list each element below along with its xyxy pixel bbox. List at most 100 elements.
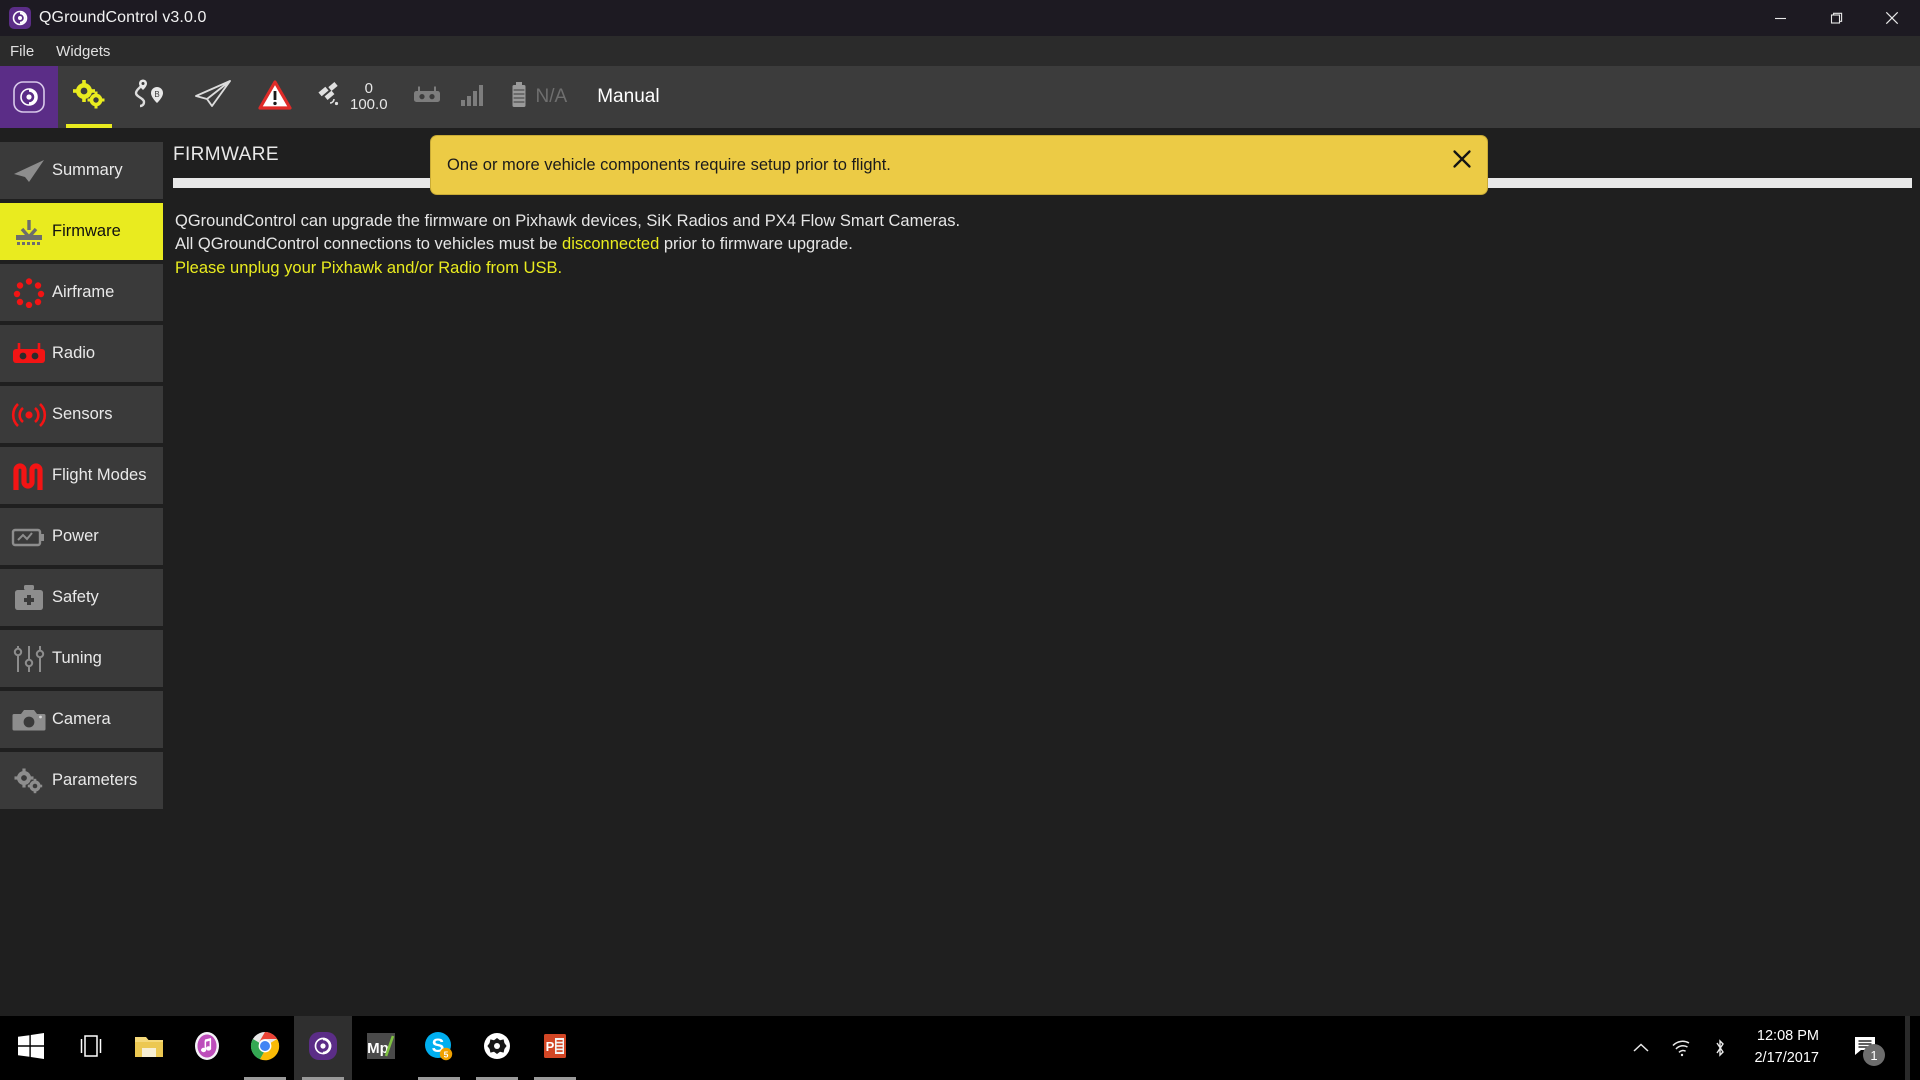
- clock-time: 12:08 PM: [1756, 1028, 1819, 1045]
- window-title-bar: QGroundControl v3.0.0: [0, 0, 1920, 36]
- disconnected-highlight: disconnected: [562, 235, 660, 254]
- taskbar-powerpoint[interactable]: P: [526, 1016, 584, 1080]
- close-button[interactable]: [1864, 0, 1920, 36]
- itunes-icon: [192, 1031, 222, 1066]
- rc-transmitter-icon: [6, 341, 52, 367]
- sidebar-item-camera[interactable]: Camera: [0, 691, 163, 748]
- airframe-icon: [6, 277, 52, 308]
- menu-bar: File Widgets: [0, 36, 1920, 66]
- skype-badge-count: 5: [444, 1049, 449, 1059]
- satellite-hdop: 100.0: [350, 96, 388, 113]
- sidebar-item-firmware[interactable]: Firmware: [0, 203, 163, 260]
- battery-status: N/A: [502, 66, 576, 128]
- rc-and-signal-status: [398, 66, 502, 128]
- sensors-icon: [6, 401, 52, 429]
- restore-button[interactable]: [1808, 0, 1864, 36]
- sidebar-item-summary[interactable]: Summary: [0, 142, 163, 199]
- app-body: Summary Firmware Airframe Radio Sensors …: [0, 128, 1920, 1016]
- sidebar-item-label: Summary: [52, 161, 123, 179]
- windows-taskbar: Mp S 5 P 12:08 PM 2/17/2017 1: [0, 1016, 1920, 1080]
- toolbar-fly[interactable]: [182, 66, 244, 128]
- taskbar-file-explorer[interactable]: [120, 1016, 178, 1080]
- qgroundcontrol-logo-icon: [308, 1031, 338, 1066]
- power-icon: [6, 526, 52, 548]
- satellite-count: 0: [364, 80, 373, 98]
- taskbar-itunes[interactable]: [178, 1016, 236, 1080]
- battery-icon: [510, 81, 528, 114]
- system-tray: 12:08 PM 2/17/2017 1: [1632, 1016, 1920, 1080]
- notification-badge: 1: [1863, 1044, 1885, 1066]
- windows-logo-icon: [18, 1032, 44, 1064]
- sidebar-item-radio[interactable]: Radio: [0, 325, 163, 382]
- toolbar-warning[interactable]: [244, 66, 306, 128]
- setup-warning-banner: One or more vehicle components require s…: [431, 136, 1487, 194]
- instruction-line-3: Please unplug your Pixhawk and/or Radio …: [175, 258, 563, 277]
- bluetooth-icon[interactable]: [1712, 1038, 1728, 1058]
- folder-icon: [133, 1032, 165, 1065]
- minimize-button[interactable]: [1752, 0, 1808, 36]
- window-title: QGroundControl v3.0.0: [39, 9, 207, 26]
- waypoints-icon: B: [132, 78, 170, 117]
- instruction-line-2-pre: All QGroundControl connections to vehicl…: [175, 235, 563, 254]
- sidebar-item-tuning[interactable]: Tuning: [0, 630, 163, 687]
- svg-text:P: P: [546, 1039, 555, 1054]
- satellite-icon: [316, 81, 344, 114]
- sidebar-item-airframe[interactable]: Airframe: [0, 264, 163, 321]
- sidebar-item-power[interactable]: Power: [0, 508, 163, 565]
- instruction-line-2: All QGroundControl connections to vehicl…: [175, 233, 1920, 256]
- show-desktop-button[interactable]: [1905, 1016, 1910, 1080]
- taskbar-chrome[interactable]: [236, 1016, 294, 1080]
- powerpoint-icon: P: [541, 1032, 569, 1065]
- warning-triangle-icon: [258, 79, 292, 116]
- sidebar-item-label: Camera: [52, 710, 111, 728]
- battery-value: N/A: [535, 86, 568, 107]
- toolbar-logo-button[interactable]: [0, 66, 58, 128]
- banner-message: One or more vehicle components require s…: [447, 155, 891, 174]
- qgroundcontrol-logo-icon: [9, 7, 31, 29]
- task-view-icon: [77, 1034, 105, 1063]
- close-icon[interactable]: [1441, 138, 1483, 180]
- menu-file[interactable]: File: [10, 43, 34, 60]
- menu-widgets[interactable]: Widgets: [56, 43, 110, 60]
- sidebar-item-label: Safety: [52, 588, 99, 606]
- chevron-up-icon[interactable]: [1632, 1041, 1650, 1055]
- sidebar-item-label: Tuning: [52, 649, 102, 667]
- sidebar-item-label: Power: [52, 527, 99, 545]
- sidebar-item-label: Flight Modes: [52, 466, 147, 484]
- start-button[interactable]: [0, 1016, 62, 1080]
- flight-mode-label: Manual: [597, 86, 660, 107]
- sidebar-item-label: Radio: [52, 344, 96, 362]
- toolbar-settings[interactable]: [58, 66, 120, 128]
- taskbar-app-white[interactable]: [468, 1016, 526, 1080]
- gears-icon: [70, 78, 108, 117]
- taskbar-skype[interactable]: S 5: [410, 1016, 468, 1080]
- taskbar-mission-planner[interactable]: Mp: [352, 1016, 410, 1080]
- signal-bars-icon: [460, 83, 488, 112]
- notification-center-button[interactable]: 1: [1845, 1016, 1885, 1080]
- paper-plane-icon: [192, 78, 234, 117]
- skype-icon: S 5: [424, 1031, 454, 1066]
- sidebar-item-label: Parameters: [52, 771, 138, 789]
- sidebar-item-safety[interactable]: Safety: [0, 569, 163, 626]
- sidebar-item-sensors[interactable]: Sensors: [0, 386, 163, 443]
- mission-planner-icon: Mp: [366, 1031, 396, 1066]
- sidebar-item-label: Airframe: [52, 283, 115, 301]
- svg-text:B: B: [154, 90, 159, 99]
- paper-plane-icon: [6, 158, 52, 184]
- toolbar-plan[interactable]: B: [120, 66, 182, 128]
- sidebar-item-flight-modes[interactable]: Flight Modes: [0, 447, 163, 504]
- flight-mode-selector[interactable]: Manual: [575, 66, 681, 128]
- taskbar-qgroundcontrol[interactable]: [294, 1016, 352, 1080]
- sidebar-item-label: Sensors: [52, 405, 113, 423]
- chrome-icon: [250, 1031, 280, 1066]
- setup-sidebar: Summary Firmware Airframe Radio Sensors …: [0, 128, 163, 1016]
- satellite-status: 0 100.0: [306, 66, 398, 128]
- sidebar-item-parameters[interactable]: Parameters: [0, 752, 163, 809]
- wifi-icon[interactable]: [1670, 1039, 1692, 1057]
- task-view-button[interactable]: [62, 1016, 120, 1080]
- taskbar-clock[interactable]: 12:08 PM 2/17/2017: [1748, 1026, 1825, 1070]
- gear-badge-icon: [483, 1032, 511, 1065]
- main-panel: FIRMWARE QGroundControl can upgrade the …: [163, 128, 1920, 1016]
- gears-icon: [6, 767, 52, 795]
- camera-icon: [6, 707, 52, 733]
